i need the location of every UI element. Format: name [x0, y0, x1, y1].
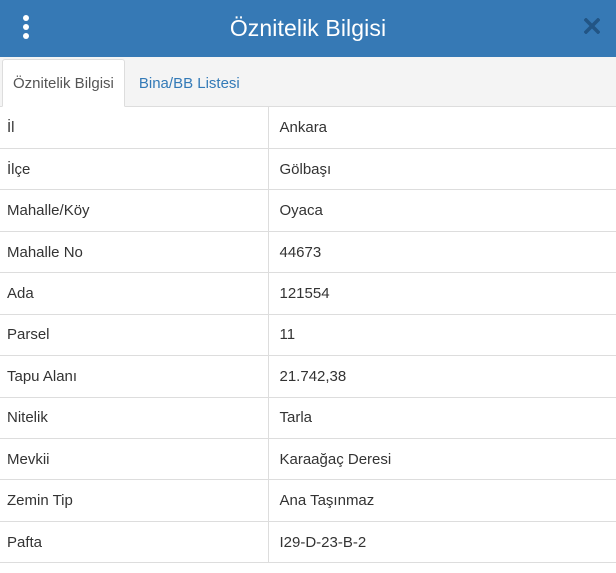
attribute-key: Mahalle/Köy — [0, 189, 269, 232]
table-row: Mahalle No 44673 — [0, 231, 616, 274]
close-icon[interactable] — [580, 12, 604, 40]
table-row: İl Ankara — [0, 107, 616, 149]
panel-title: Öznitelik Bilgisi — [229, 15, 387, 41]
table-row: Nitelik Tarla — [0, 397, 616, 440]
attribute-key: Parsel — [0, 314, 269, 357]
table-row: İlçe Gölbaşı — [0, 148, 616, 191]
vertical-dots-icon[interactable] — [14, 12, 38, 42]
close-icon-glyph — [584, 18, 600, 34]
menu-dot — [23, 33, 29, 39]
attribute-key: İl — [0, 107, 269, 149]
table-row: Parsel 11 — [0, 314, 616, 357]
table-row: Zemin Tip Ana Taşınmaz — [0, 479, 616, 522]
panel-header: Öznitelik Bilgisi — [0, 0, 616, 57]
attribute-key: İlçe — [0, 148, 269, 191]
attribute-table: İl Ankara İlçe Gölbaşı Mahalle/Köy Oyaca… — [0, 107, 616, 564]
table-row: Mahalle/Köy Oyaca — [0, 189, 616, 232]
tab-bar: Öznitelik Bilgisi Bina/BB Listesi — [0, 57, 616, 107]
attribute-value: Gölbaşı — [268, 148, 616, 191]
attribute-key: Tapu Alanı — [0, 355, 269, 398]
menu-dot — [23, 15, 29, 21]
attribute-value: 21.742,38 — [268, 355, 616, 398]
table-row: Pafta I29-D-23-B-2 — [0, 521, 616, 564]
attribute-value: 121554 — [268, 272, 616, 315]
attribute-key: Nitelik — [0, 397, 269, 440]
attribute-value: Ana Taşınmaz — [268, 479, 616, 522]
tab-bina-bb-listesi[interactable]: Bina/BB Listesi — [129, 60, 250, 106]
attribute-value: Ankara — [268, 107, 616, 149]
attribute-value: 11 — [268, 314, 616, 357]
attribute-key: Pafta — [0, 521, 269, 564]
table-row: Tapu Alanı 21.742,38 — [0, 355, 616, 398]
attribute-key: Ada — [0, 272, 269, 315]
table-row: Mevkii Karaağaç Deresi — [0, 438, 616, 481]
attribute-value: 44673 — [268, 231, 616, 274]
tab-oznitelik-bilgisi[interactable]: Öznitelik Bilgisi — [2, 59, 125, 107]
table-row: Ada 121554 — [0, 272, 616, 315]
attribute-key: Mahalle No — [0, 231, 269, 274]
menu-dot — [23, 24, 29, 30]
attribute-value: Karaağaç Deresi — [268, 438, 616, 481]
attribute-value: I29-D-23-B-2 — [268, 521, 616, 564]
attribute-key: Zemin Tip — [0, 479, 269, 522]
attribute-value: Tarla — [268, 397, 616, 440]
attribute-key: Mevkii — [0, 438, 269, 481]
attribute-value: Oyaca — [268, 189, 616, 232]
